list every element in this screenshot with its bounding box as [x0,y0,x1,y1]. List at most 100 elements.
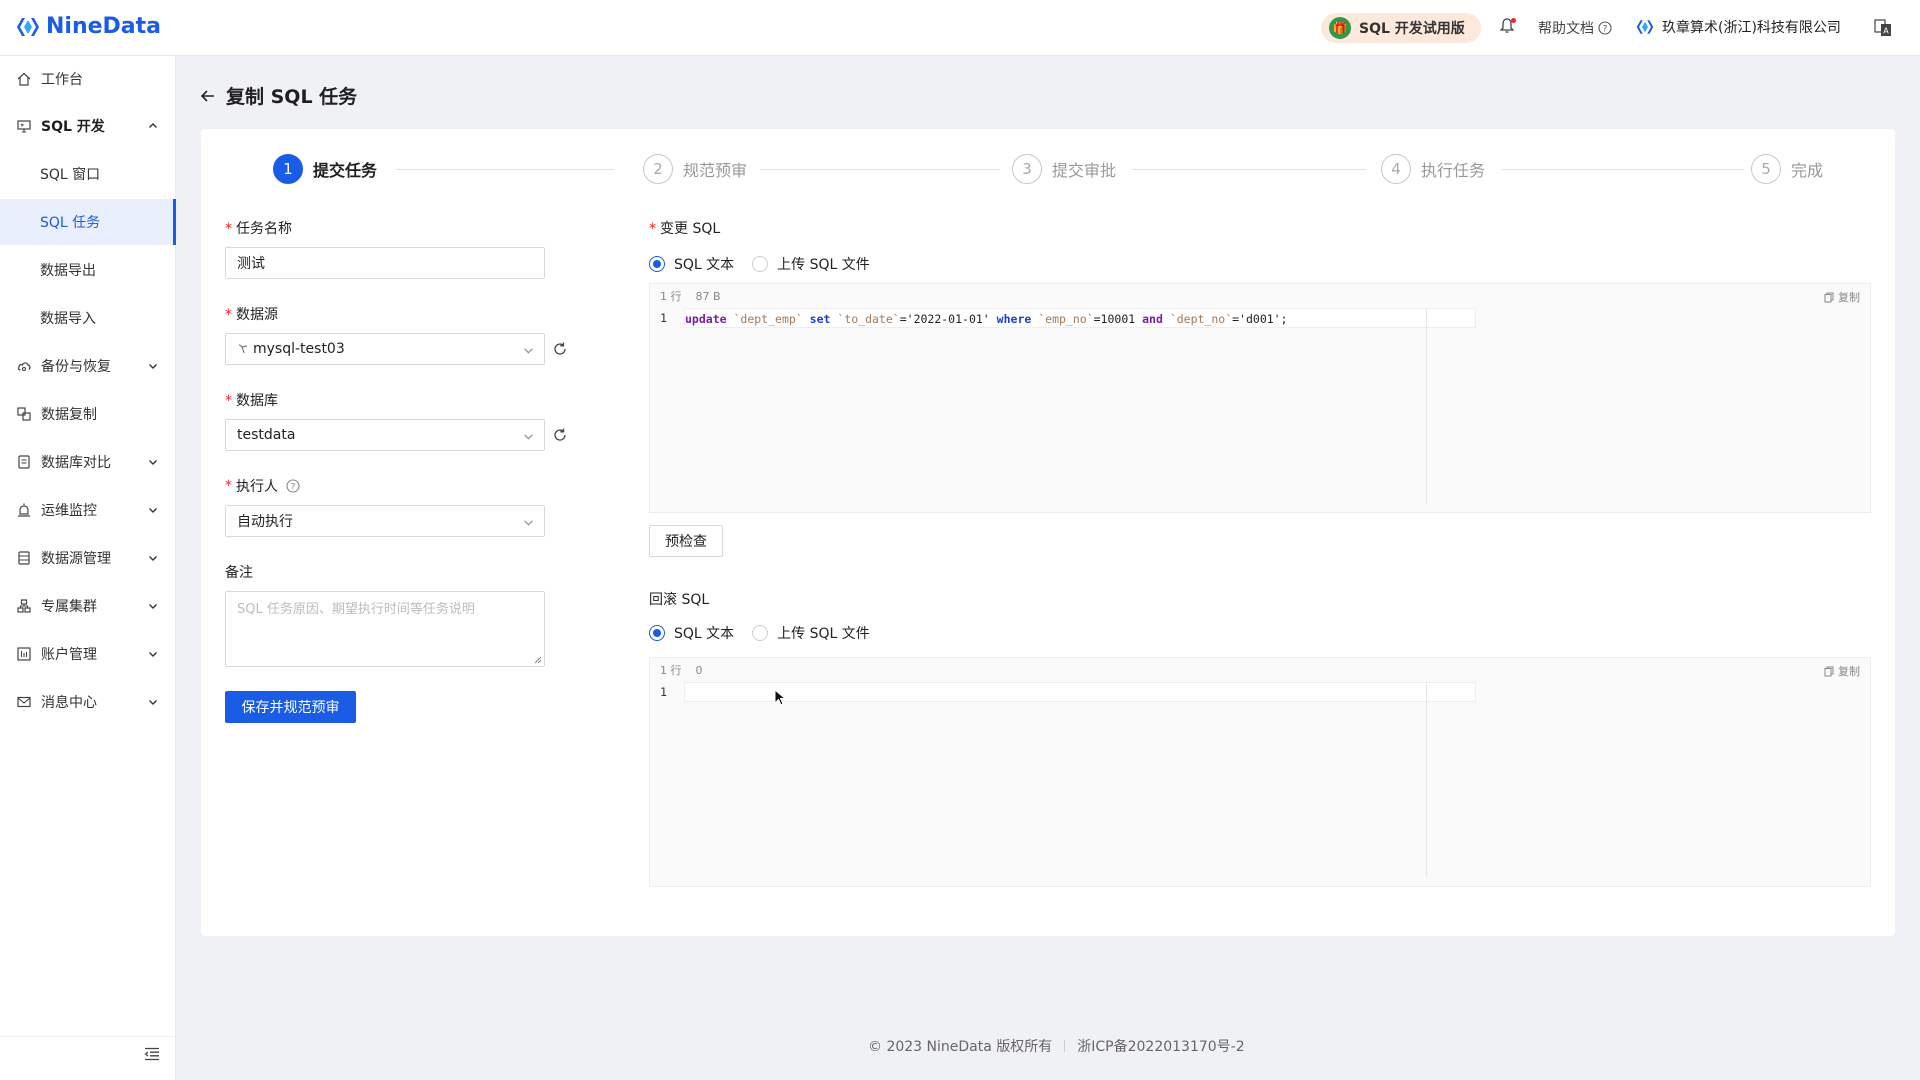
step-submit-approval: 3 提交审批 [1012,154,1116,184]
chevron-down-icon [148,359,158,375]
sql-code[interactable] [684,682,1476,702]
rollback-sql-file-radio[interactable]: 上传 SQL 文件 [752,623,870,643]
sidebar-item-ops-monitor[interactable]: 运维监控 [0,487,176,533]
bell-icon[interactable] [1499,18,1516,36]
precheck-button[interactable]: 预检查 [649,525,723,557]
chevron-down-icon [148,647,158,663]
chevron-down-icon [148,695,158,711]
sidebar-item-label: SQL 窗口 [40,167,101,183]
required-mark: * [225,478,232,494]
sql-token: =10001 [1093,312,1143,326]
remark-textarea[interactable]: SQL 任务原因、期望执行时间等任务说明 [225,591,545,667]
step-connector [1502,169,1744,170]
icp-link[interactable]: 浙ICP备2022013170号-2 [1077,1036,1244,1056]
rollback-sql-editor[interactable]: 1 行 0 复制 1 [649,657,1871,887]
sidebar-item-message-center[interactable]: 消息中心 [0,679,176,725]
sidebar-item-label: 运维监控 [41,503,97,519]
sidebar-item-data-replication[interactable]: 数据复制 [0,391,176,437]
copy-sql-button[interactable]: 复制 [1824,289,1860,305]
step-label: 规范预审 [683,161,748,180]
rollback-sql-label: 回滚 SQL [649,589,709,609]
datasource-label-text: 数据源 [236,307,278,323]
radio-checked-icon [649,625,665,641]
notification-dot [1511,18,1516,23]
remark-label-text: 备注 [225,565,253,581]
required-mark: * [225,393,232,409]
sql-token: `to_date` [837,312,900,326]
step-label: 完成 [1791,161,1824,180]
editor-size: 0 [695,663,703,677]
sidebar: 工作台 SQL 开发 SQL 窗口 SQL 任务 数据导出 数据导入 备份与恢复… [0,56,176,1080]
resize-grip-icon[interactable] [534,656,542,664]
step-number: 1 [273,154,303,184]
sidebar-item-account-mgmt[interactable]: 账户管理 [0,631,176,677]
question-circle-icon[interactable]: ? [286,479,300,493]
org-name: 玖章算术(浙江)科技有限公司 [1662,20,1841,36]
step-number: 3 [1012,154,1042,184]
help-docs-link[interactable]: 帮助文档 ? [1538,18,1612,38]
required-mark: * [225,307,232,323]
sidebar-item-backup-restore[interactable]: 备份与恢复 [0,343,176,389]
datasource-value: mysql-test03 [253,341,345,357]
sql-token: `dept_no` [1169,312,1233,326]
sidebar-item-data-export[interactable]: 数据导出 [0,247,176,293]
required-mark: * [225,221,232,237]
refresh-database-icon[interactable] [552,427,568,443]
editor-line: 1 update `dept_emp` set `to_date`='2022-… [650,308,1870,328]
collapse-sidebar-icon[interactable] [144,1047,160,1061]
back-arrow-icon[interactable] [200,88,216,104]
radio-label: 上传 SQL 文件 [777,626,870,642]
editor-line: 1 [650,682,1870,702]
sql-token: `dept_emp` [733,312,803,326]
radio-unchecked-icon [752,256,769,272]
executor-select[interactable]: 自动执行 [225,505,545,537]
sidebar-item-sql-dev[interactable]: SQL 开发 [0,103,176,149]
compare-icon [16,454,32,470]
app-name: NineData [46,14,162,39]
sql-token: where [996,312,1032,326]
ninedata-logo[interactable]: NineData [16,14,161,39]
task-name-label: * 任务名称 [225,218,292,238]
step-number: 5 [1751,154,1781,184]
task-name-input[interactable]: 测试 [225,247,545,279]
rollback-sql-text-radio[interactable]: SQL 文本 [649,623,734,643]
sql-code[interactable]: update `dept_emp` set `to_date`='2022-01… [684,308,1476,328]
copy-sql-button[interactable]: 复制 [1824,663,1860,679]
editor-ruler [1426,308,1427,504]
trial-badge[interactable]: 🎁 SQL 开发试用版 [1321,13,1481,43]
datasource-select[interactable]: mysql-test03 [225,333,545,365]
chevron-down-icon [523,344,534,360]
sidebar-item-label: 账户管理 [41,647,97,663]
page-footer: © 2023 NineData 版权所有 浙ICP备2022013170号-2 [868,1036,1245,1056]
copy-icon [1824,666,1834,676]
database-select[interactable]: testdata [225,419,545,451]
copyright-text: © 2023 NineData 版权所有 [868,1039,1053,1055]
sidebar-item-data-import[interactable]: 数据导入 [0,295,176,341]
sidebar-item-dedicated-cluster[interactable]: 专属集群 [0,583,176,629]
sidebar-item-sql-window[interactable]: SQL 窗口 [0,151,176,197]
rollback-sql-source-radio-group: SQL 文本 上传 SQL 文件 [649,623,870,643]
sidebar-item-label: 数据源管理 [41,551,111,567]
sql-token: set [809,312,831,326]
sql-token: and [1142,312,1163,326]
change-sql-file-radio[interactable]: 上传 SQL 文件 [752,254,870,274]
radio-label: SQL 文本 [674,626,735,642]
mail-icon [16,694,32,710]
change-sql-label: * 变更 SQL [649,218,720,238]
refresh-datasource-icon[interactable] [552,341,568,357]
org-switcher[interactable]: 玖章算术(浙江)科技有限公司 [1636,17,1841,37]
save-and-review-button[interactable]: 保存并规范预审 [225,691,356,723]
change-sql-text-radio[interactable]: SQL 文本 [649,254,734,274]
sidebar-item-workbench[interactable]: 工作台 [0,56,176,102]
sidebar-item-label: 数据复制 [41,407,97,423]
sidebar-item-sql-task[interactable]: SQL 任务 [0,199,176,245]
change-sql-editor[interactable]: 1 行 87 B 复制 1 update `dept_emp` set `to_… [649,283,1871,513]
copy-label: 复制 [1838,665,1860,678]
sidebar-item-db-compare[interactable]: 数据库对比 [0,439,176,485]
org-logo-icon [1636,20,1654,34]
svg-text:?: ? [1603,25,1608,35]
step-submit-task: 1 提交任务 [273,154,377,184]
language-switch-icon[interactable]: A [1874,19,1892,37]
required-mark: * [649,221,656,237]
sidebar-item-datasource-mgmt[interactable]: 数据源管理 [0,535,176,581]
